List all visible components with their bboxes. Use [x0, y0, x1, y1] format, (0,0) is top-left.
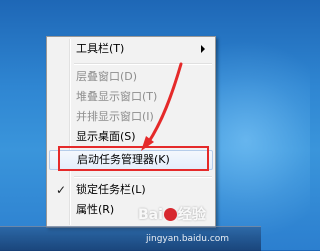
baidu-jingyan-logo: Bai 经验 — [138, 204, 206, 224]
logo-text-left: Bai — [138, 207, 163, 223]
annotation-arrow-icon — [141, 62, 183, 151]
watermark-url: jingyan.baidu.com — [146, 234, 230, 244]
logo-text-right: 经验 — [177, 207, 206, 223]
baidu-paw-icon — [163, 208, 177, 221]
